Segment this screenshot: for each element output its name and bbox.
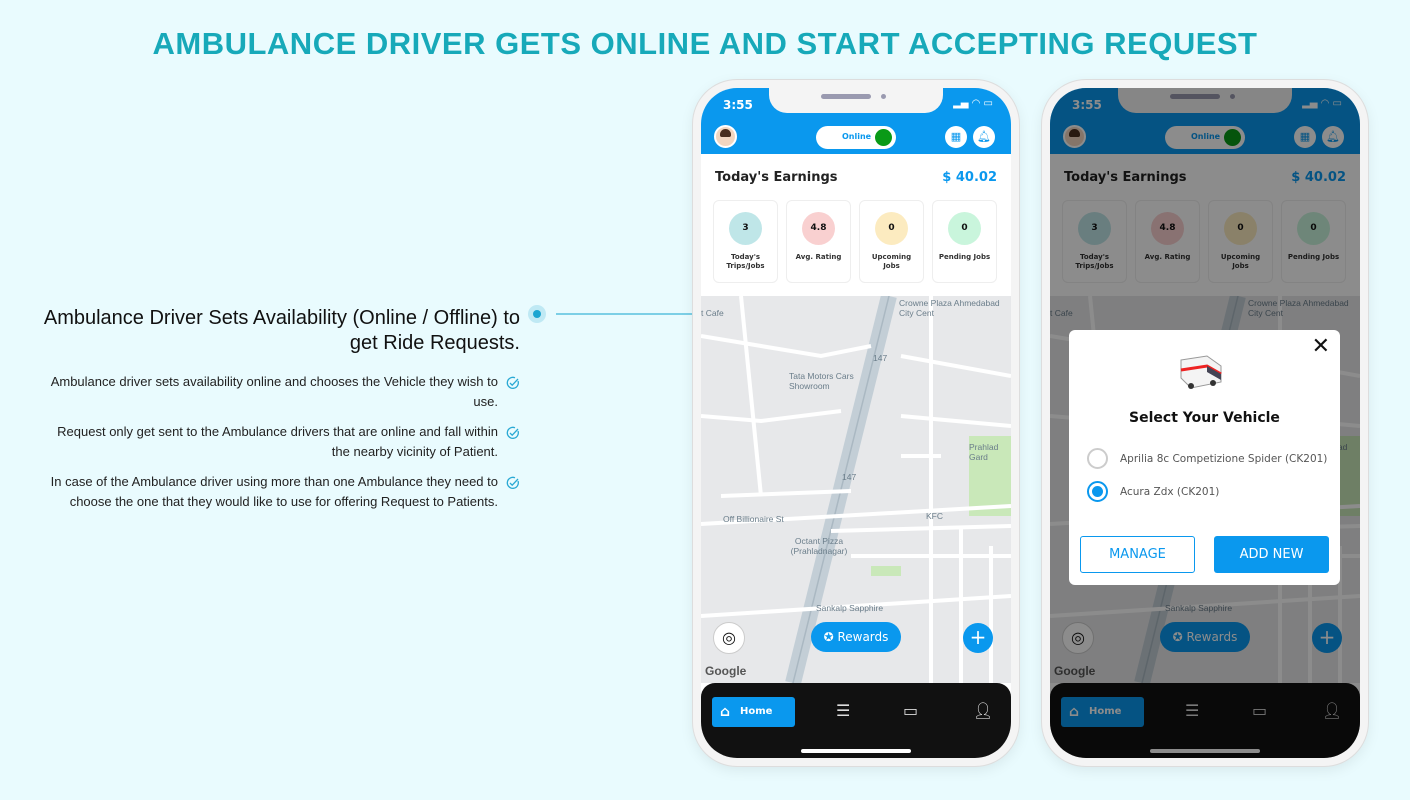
nav-wallet-icon[interactable]: ▭: [903, 701, 918, 720]
stat-card[interactable]: 4.8 Avg. Rating: [786, 200, 851, 283]
add-new-button[interactable]: ADD NEW: [1214, 536, 1329, 573]
feature-block: Ambulance Driver Sets Availability (Onli…: [40, 306, 520, 522]
select-vehicle-modal: ✕ Select Your Vehicle Aprilia 8c Competi…: [1069, 330, 1340, 585]
vehicle-option[interactable]: Aprilia 8c Competizione Spider (CK201): [1087, 448, 1327, 469]
phone-select-vehicle: 3:55 ▂▄ ◠ ▭ Online ▦ 🔔︎ Today's Earnings…: [1042, 80, 1368, 766]
stat-value: 0: [948, 212, 981, 245]
toggle-knob: [875, 129, 892, 146]
radio-button[interactable]: [1087, 448, 1108, 469]
map-label: Prahlad Gard: [969, 442, 999, 462]
stat-label: Pending Jobs: [938, 253, 991, 261]
modal-title: Select Your Vehicle: [1129, 410, 1280, 426]
feature-point: Ambulance driver sets availability onlin…: [40, 372, 520, 412]
bell-icon[interactable]: 🔔︎: [973, 126, 995, 148]
map[interactable]: Crowne Plaza Ahmedabad City Cent t Cafe Ta…: [701, 296, 1011, 683]
map-label: t Cafe: [701, 308, 724, 318]
add-button[interactable]: +: [963, 623, 993, 653]
check-circle-icon: [506, 476, 519, 489]
rewards-button[interactable]: ✪ Rewards: [811, 622, 901, 652]
connector-line: [556, 313, 696, 315]
nav-home[interactable]: ⌂ Home: [712, 697, 795, 727]
map-label: Crowne Plaza Ahmedabad City Cent: [899, 298, 1000, 318]
availability-toggle[interactable]: Online: [816, 126, 896, 149]
stat-card[interactable]: 3 Today's Trips/Jobs: [713, 200, 778, 283]
feature-point: Request only get sent to the Ambulance d…: [40, 422, 520, 462]
feature-heading: Ambulance Driver Sets Availability (Onli…: [43, 307, 520, 354]
map-label: Octant Pizza (Prahladnagar): [790, 536, 848, 556]
calendar-icon[interactable]: ▦: [945, 126, 967, 148]
map-label: 147: [842, 472, 857, 482]
map-label: Off Billionaire St: [723, 514, 784, 524]
earnings-amount: $ 40.02: [942, 170, 997, 185]
avatar[interactable]: [714, 125, 737, 148]
phone-online: 3:55 ▂▄ ◠ ▭ Online ▦ 🔔︎ Today's Earnings…: [693, 80, 1019, 766]
check-circle-icon: [506, 426, 519, 439]
connector-dot: [528, 305, 546, 323]
nav-profile-icon[interactable]: 👤︎: [973, 701, 993, 720]
nav-jobs-list-icon[interactable]: ☰: [836, 701, 850, 720]
stat-value: 0: [875, 212, 908, 245]
feature-point: In case of the Ambulance driver using mo…: [40, 472, 520, 512]
page-title: AMBULANCE DRIVER GETS ONLINE AND START A…: [152, 26, 1258, 61]
map-label: 147: [873, 353, 888, 363]
check-circle-icon: [506, 376, 519, 389]
bottom-nav: ⌂ Home ☰ ▭ 👤︎: [701, 683, 1011, 758]
stat-card[interactable]: 0 Upcoming Jobs: [859, 200, 924, 283]
award-icon: ✪: [823, 630, 838, 644]
earnings-label: Today's Earnings: [715, 170, 838, 185]
my-location-icon[interactable]: ◎: [713, 622, 745, 654]
google-logo: Google: [705, 664, 747, 678]
ambulance-icon: [1180, 355, 1222, 389]
stat-value: 4.8: [802, 212, 835, 245]
stat-label: Avg. Rating: [795, 253, 842, 261]
map-label: KFC: [926, 511, 943, 521]
close-icon[interactable]: ✕: [1312, 334, 1330, 359]
earnings-panel: Today's Earnings $ 40.02 3 Today's Trips/J…: [701, 154, 1011, 296]
stat-card[interactable]: 0 Pending Jobs: [932, 200, 997, 283]
radio-button[interactable]: [1087, 481, 1108, 502]
stat-label: Today's Trips/Jobs: [726, 253, 765, 270]
stat-value: 3: [729, 212, 762, 245]
manage-button[interactable]: MANAGE: [1080, 536, 1195, 573]
home-icon: ⌂: [720, 704, 731, 720]
status-time: 3:55: [723, 98, 753, 112]
status-icons: ▂▄ ◠ ▭: [953, 98, 993, 109]
app-header: 3:55 ▂▄ ◠ ▭ Online ▦ 🔔︎: [701, 88, 1011, 154]
notch: [769, 88, 943, 113]
vehicle-option[interactable]: Acura Zdx (CK201): [1087, 481, 1219, 502]
map-label: Tata Motors Cars Showroom: [789, 371, 854, 391]
stat-label: Upcoming Jobs: [871, 253, 912, 270]
home-indicator: [801, 749, 911, 753]
map-label: Sankalp Sapphire: [816, 603, 884, 613]
